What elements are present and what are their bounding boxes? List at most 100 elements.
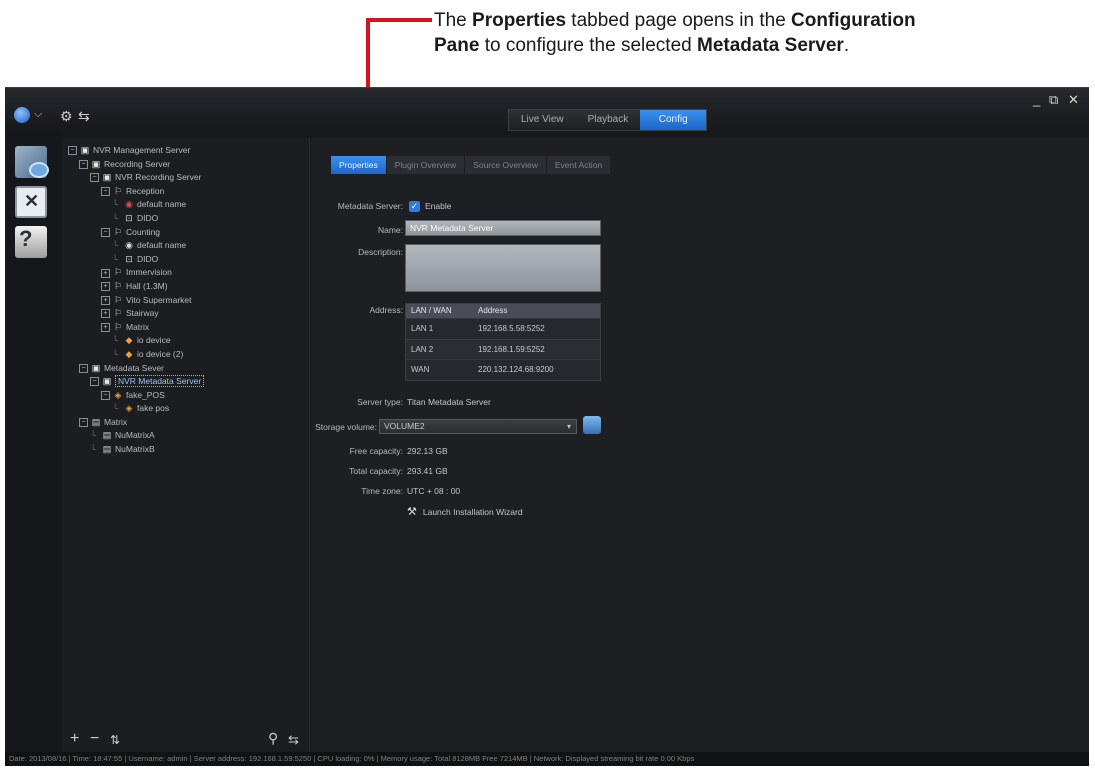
expand-icon[interactable]: + (101, 309, 110, 319)
status-bar: Date: 2013/08/16 | Time: 18:47:55 | User… (5, 752, 1089, 766)
enable-checkbox[interactable]: ✓ (409, 201, 420, 212)
help-icon[interactable] (15, 226, 47, 258)
callout-bold-configuration: Configuration (791, 10, 916, 31)
name-input[interactable]: NVR Metadata Server (405, 220, 601, 236)
total-capacity-label: Total capacity: (349, 466, 403, 476)
tree-item[interactable]: └ ⊡ DIDO (68, 212, 204, 226)
matrix-icon: ▤ (91, 416, 101, 427)
collapse-icon[interactable]: − (101, 390, 110, 400)
collapse-icon[interactable]: − (68, 146, 77, 156)
tree-item-label: Immervision (126, 267, 172, 278)
tree-item[interactable]: └ ◉ default name (68, 239, 204, 253)
tab-event-action[interactable]: Event Action (546, 156, 612, 174)
add-icon[interactable]: + (70, 730, 79, 748)
tree-item[interactable]: └ ▤ NuMatrixB (68, 443, 204, 457)
collapse-icon[interactable]: − (90, 377, 99, 387)
table-row[interactable]: LAN 1 192.168.5.58:5252 (406, 318, 600, 339)
tree-item[interactable]: − ▣ Recording Server (68, 158, 204, 172)
collapse-icon[interactable]: − (90, 173, 99, 183)
collapse-icon[interactable]: − (79, 418, 88, 428)
tree-item[interactable]: − ▣ NVR Management Server (68, 144, 204, 158)
tree-item-label: default name (137, 199, 187, 210)
close-icon[interactable]: ✕ (1068, 92, 1079, 108)
callout-bold-metadata-server: Metadata Server (697, 35, 844, 56)
tree-connector: └ (112, 348, 119, 359)
server-view-icon[interactable] (15, 146, 49, 178)
sort-icon[interactable]: ⇅ (110, 733, 120, 747)
free-capacity-label: Free capacity: (349, 446, 403, 456)
tree-item[interactable]: − ▤ Matrix (68, 416, 204, 430)
tree-item[interactable]: − ▣ NVR Metadata Server (68, 375, 205, 389)
refresh-icon[interactable]: ⇆ (288, 732, 299, 748)
expand-icon[interactable]: + (101, 268, 110, 278)
launch-wizard-button[interactable]: ⚒ Launch Installation Wizard (407, 505, 523, 518)
tab-live-view[interactable]: Live View (509, 110, 576, 130)
tree-item-label: Recording Server (104, 158, 171, 169)
server-icon: ▣ (102, 172, 112, 183)
group-icon: ⚐ (113, 267, 123, 278)
tree-item[interactable]: └ ◈ fake pos (68, 402, 204, 416)
tree-item[interactable]: └ ⊡ DIDO (68, 253, 204, 267)
matrix-icon: ▤ (102, 430, 112, 441)
expand-icon[interactable]: + (101, 322, 110, 332)
expand-icon[interactable]: + (101, 295, 110, 305)
storage-settings-icon[interactable] (583, 416, 601, 434)
address-label: Address: (369, 305, 403, 315)
collapse-icon[interactable]: − (79, 159, 88, 169)
tree-item-label: DIDO (137, 212, 159, 223)
collapse-icon[interactable]: − (101, 227, 110, 237)
server-type-value: Titan Metadata Server (407, 397, 491, 407)
description-input[interactable] (405, 244, 601, 292)
tree-item-label: Matrix (104, 416, 128, 427)
chevron-down-icon[interactable]: ⌵ (34, 108, 42, 121)
matrix-icon: ▤ (102, 444, 112, 455)
storage-volume-select[interactable]: VOLUME2 ▾ (379, 419, 577, 434)
callout-bold-properties: Properties (472, 10, 567, 31)
search-icon[interactable]: ⚲ (268, 730, 278, 747)
tab-plugin-overview[interactable]: Plugin Overview (386, 156, 466, 174)
server-type-label: Server type: (357, 397, 403, 407)
tree-item[interactable]: + ⚐ Vito Supermarket (68, 294, 204, 308)
tab-playback[interactable]: Playback (575, 110, 641, 130)
total-capacity-value: 293.41 GB (407, 466, 448, 476)
tree-item-label: fake_POS (126, 389, 165, 400)
collapse-icon[interactable]: − (101, 187, 110, 197)
table-row[interactable]: LAN 2 192.168.1.59:5252 (406, 338, 600, 359)
tab-source-overview[interactable]: Source Overview (465, 156, 547, 174)
metadata-server-label: Metadata Server: (337, 201, 403, 211)
callout-bold-pane: Pane (434, 35, 480, 56)
tree-item-label: Counting (126, 226, 161, 237)
swap-icon[interactable]: ⇆ (78, 108, 90, 125)
server-icon: ▣ (102, 376, 112, 387)
tree-item[interactable]: − ⚐ Reception (68, 185, 204, 199)
tree-item[interactable]: − ⚐ Counting (68, 226, 204, 240)
free-capacity-value: 292.13 GB (407, 446, 448, 456)
pos-icon: ◈ (114, 389, 122, 400)
pos-icon: ◈ (125, 403, 133, 414)
tree-item[interactable]: + ⚐ Matrix (68, 321, 204, 335)
globe-icon[interactable] (14, 107, 30, 123)
tab-config[interactable]: Config (640, 110, 707, 130)
remove-icon[interactable]: − (90, 730, 99, 748)
tools-icon[interactable] (15, 186, 47, 218)
group-icon: ⚐ (113, 226, 123, 237)
add-server-icon[interactable]: ⚙ (60, 108, 73, 125)
tree-item[interactable]: └ ◆ io device (2) (68, 348, 204, 362)
tree-item[interactable]: − ▣ NVR Recording Server (68, 171, 204, 185)
tree-item[interactable]: + ⚐ Stairway (68, 307, 204, 321)
tree-item[interactable]: − ◈ fake_POS (68, 389, 204, 403)
collapse-icon[interactable]: − (79, 363, 88, 373)
tree-item[interactable]: └ ◆ io device (68, 334, 204, 348)
group-icon: ⚐ (113, 185, 123, 196)
tree-item[interactable]: └ ◉ default name (68, 198, 204, 212)
restore-icon[interactable]: ⧉ (1049, 92, 1058, 108)
tree-item[interactable]: + ⚐ Hall (1.3M) (68, 280, 204, 294)
tree-item-label: fake pos (137, 403, 170, 414)
expand-icon[interactable]: + (101, 282, 110, 292)
tree-item[interactable]: + ⚐ Immervision (68, 266, 204, 280)
table-row[interactable]: WAN 220.132.124.68:9200 (406, 359, 600, 380)
minimize-icon[interactable]: _ (1033, 92, 1040, 107)
tree-item[interactable]: └ ▤ NuMatrixA (68, 429, 204, 443)
tree-item[interactable]: − ▣ Metadata Sever (68, 362, 204, 376)
tab-properties[interactable]: Properties (331, 156, 387, 174)
